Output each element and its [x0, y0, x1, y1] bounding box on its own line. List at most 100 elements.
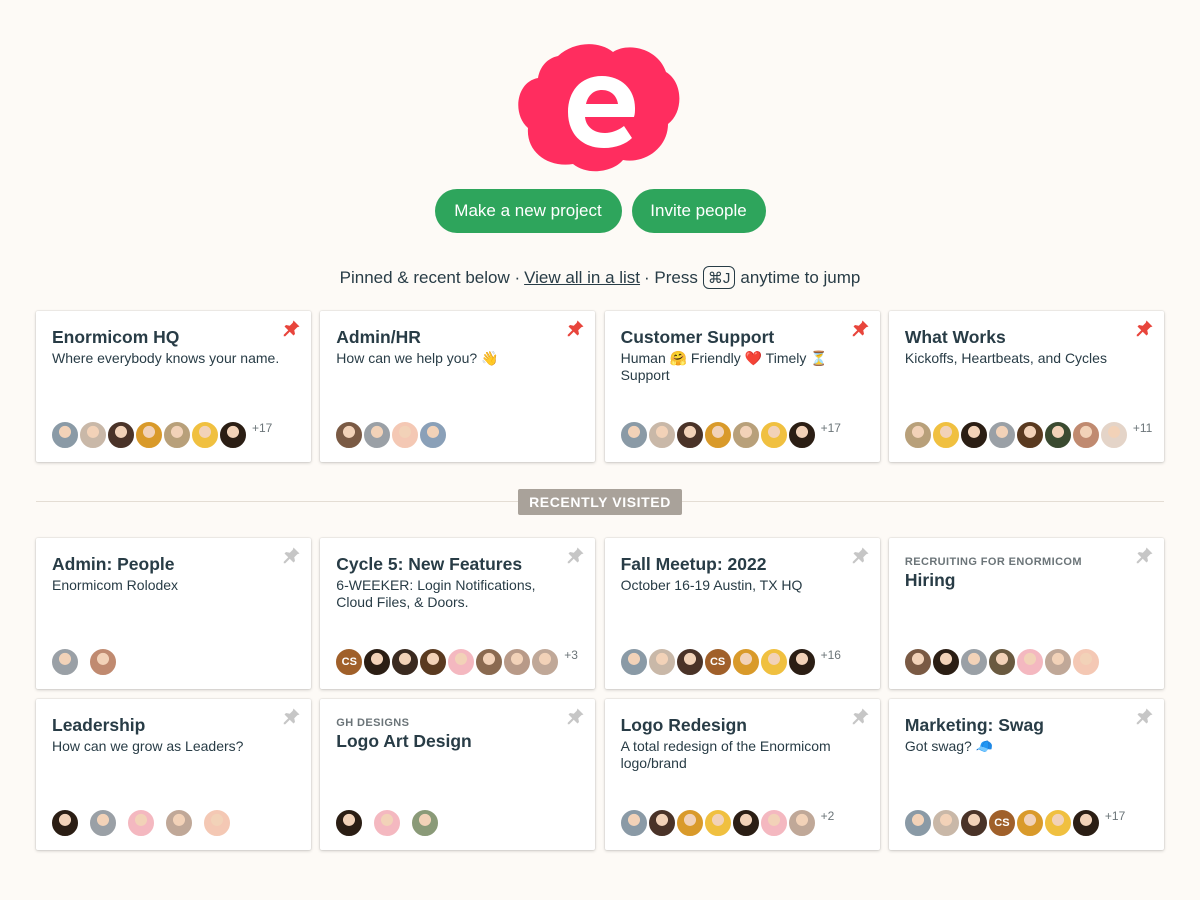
pin-icon[interactable] [283, 707, 301, 725]
avatar[interactable] [218, 420, 248, 450]
project-card[interactable]: Marketing: Swag Got swag? 🧢 CS +17 [888, 699, 1164, 850]
avatar[interactable] [530, 647, 561, 677]
avatar[interactable] [126, 808, 156, 838]
avatar[interactable] [162, 420, 192, 450]
pin-icon[interactable] [567, 707, 585, 725]
avatar[interactable] [202, 808, 232, 838]
pin-icon[interactable] [1136, 319, 1154, 337]
avatar[interactable] [618, 420, 649, 450]
pin-icon[interactable] [283, 546, 301, 564]
avatar[interactable] [502, 647, 533, 677]
avatar[interactable] [986, 647, 1017, 677]
avatar[interactable] [446, 647, 477, 677]
project-card[interactable]: Admin/HR How can we help you? 👋 [320, 311, 596, 462]
avatar[interactable] [758, 808, 789, 838]
avatar[interactable]: CS [986, 808, 1017, 838]
avatar[interactable] [372, 808, 403, 838]
avatar[interactable] [362, 420, 393, 450]
avatar[interactable] [902, 647, 933, 677]
make-new-project-button[interactable]: Make a new project [434, 189, 622, 233]
avatar[interactable] [50, 420, 80, 450]
project-card[interactable]: Leadership How can we grow as Leaders? [36, 699, 311, 850]
avatar[interactable] [730, 420, 761, 450]
pin-icon[interactable] [852, 546, 870, 564]
avatar[interactable] [702, 808, 733, 838]
avatar[interactable] [758, 647, 789, 677]
avatar[interactable] [1098, 420, 1129, 450]
avatar[interactable] [618, 647, 649, 677]
avatar[interactable] [958, 647, 989, 677]
avatar[interactable] [410, 808, 441, 838]
avatar[interactable] [1042, 808, 1073, 838]
avatar[interactable] [1014, 808, 1045, 838]
avatar[interactable] [1070, 420, 1101, 450]
avatar[interactable] [702, 420, 733, 450]
project-card[interactable]: GH DESIGNS Logo Art Design [320, 699, 596, 850]
pin-icon[interactable] [1136, 707, 1154, 725]
pin-icon[interactable] [567, 546, 585, 564]
avatar[interactable] [646, 808, 677, 838]
project-card[interactable]: What Works Kickoffs, Heartbeats, and Cycl… [888, 311, 1164, 462]
project-card[interactable]: Customer Support Human 🤗 Friendly ❤️ Time… [604, 311, 880, 462]
avatar[interactable] [88, 808, 118, 838]
project-card[interactable]: Logo Redesign A total redesign of the Eno… [604, 699, 880, 850]
avatar[interactable] [106, 420, 136, 450]
avatar[interactable] [646, 647, 677, 677]
avatar[interactable] [786, 420, 817, 450]
avatar[interactable] [1070, 808, 1101, 838]
project-card[interactable]: RECRUITING FOR ENORMICOM Hiring [888, 538, 1164, 689]
avatar[interactable] [786, 647, 817, 677]
project-card[interactable]: Enormicom HQ Where everybody knows your n… [36, 311, 311, 462]
avatar[interactable] [930, 808, 961, 838]
avatar[interactable] [418, 647, 449, 677]
invite-people-button[interactable]: Invite people [631, 189, 766, 233]
avatar[interactable] [930, 420, 961, 450]
avatar[interactable] [674, 808, 705, 838]
avatar[interactable] [902, 420, 933, 450]
avatar[interactable] [930, 647, 961, 677]
avatar[interactable]: CS [334, 647, 365, 677]
avatar[interactable] [1070, 647, 1101, 677]
avatar[interactable] [758, 420, 789, 450]
pin-icon[interactable] [852, 319, 870, 337]
avatar[interactable] [958, 808, 989, 838]
view-all-list-link[interactable]: View all in a list [524, 268, 640, 288]
avatar[interactable]: CS [702, 647, 733, 677]
project-card[interactable]: Cycle 5: New Features 6-WEEKER: Login Not… [320, 538, 596, 689]
avatar[interactable] [88, 647, 118, 677]
avatar[interactable] [902, 808, 933, 838]
avatar[interactable] [50, 647, 80, 677]
project-card[interactable]: Fall Meetup: 2022 October 16-19 Austin, T… [604, 538, 880, 689]
avatar[interactable] [674, 420, 705, 450]
pin-icon[interactable] [283, 319, 301, 337]
avatar[interactable] [958, 420, 989, 450]
enormicom-logo[interactable] [518, 42, 682, 174]
avatar[interactable] [164, 808, 194, 838]
avatar[interactable] [390, 420, 421, 450]
avatar[interactable] [190, 420, 220, 450]
avatar[interactable] [78, 420, 108, 450]
pin-icon[interactable] [567, 319, 585, 337]
avatar[interactable] [50, 808, 80, 838]
avatar[interactable] [134, 420, 164, 450]
avatar[interactable] [730, 808, 761, 838]
avatar[interactable] [986, 420, 1017, 450]
project-card[interactable]: Admin: People Enormicom Rolodex [36, 538, 311, 689]
avatar[interactable] [1042, 647, 1073, 677]
avatar[interactable] [418, 420, 449, 450]
avatar[interactable] [730, 647, 761, 677]
avatar[interactable] [390, 647, 421, 677]
avatar[interactable] [674, 647, 705, 677]
avatar[interactable] [1014, 420, 1045, 450]
avatar[interactable] [1014, 647, 1045, 677]
avatar[interactable] [474, 647, 505, 677]
pin-icon[interactable] [1136, 546, 1154, 564]
avatar[interactable] [334, 808, 365, 838]
avatar[interactable] [1042, 420, 1073, 450]
pin-icon[interactable] [852, 707, 870, 725]
avatar[interactable] [786, 808, 817, 838]
avatar[interactable] [334, 420, 365, 450]
avatar[interactable] [646, 420, 677, 450]
avatar[interactable] [362, 647, 393, 677]
avatar[interactable] [618, 808, 649, 838]
